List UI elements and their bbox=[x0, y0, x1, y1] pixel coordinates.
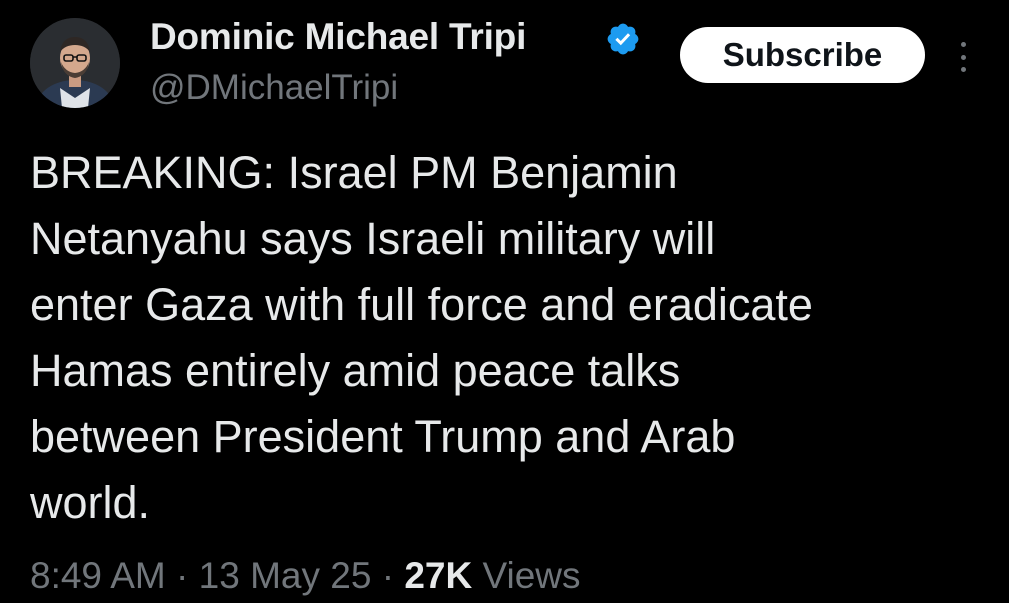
verified-badge-icon[interactable] bbox=[605, 21, 641, 57]
meta-separator: · bbox=[381, 555, 395, 596]
tweet-meta: 8:49 AM · 13 May 25 · 27K Views bbox=[30, 553, 581, 599]
tweet-text-line: Netanyahu says Israeli military will bbox=[30, 213, 716, 264]
tweet-card: Dominic Michael Tripi @DMichaelTripi Sub… bbox=[0, 0, 1009, 603]
views-count[interactable]: 27K bbox=[404, 555, 472, 596]
tweet-text-line: Hamas entirely amid peace talks bbox=[30, 345, 681, 396]
author-handle[interactable]: @DMichaelTripi bbox=[150, 66, 398, 110]
tweet-text-line: BREAKING: Israel PM Benjamin bbox=[30, 147, 678, 198]
views-label: Views bbox=[482, 555, 581, 596]
tweet-date[interactable]: 13 May 25 bbox=[199, 555, 372, 596]
tweet-time[interactable]: 8:49 AM bbox=[30, 555, 166, 596]
meta-separator: · bbox=[176, 555, 189, 596]
profile-photo-icon bbox=[30, 18, 120, 108]
avatar[interactable] bbox=[30, 18, 120, 108]
tweet-text: BREAKING: Israel PM Benjamin Netanyahu s… bbox=[30, 140, 980, 536]
tweet-text-line: world. bbox=[30, 477, 151, 528]
more-vertical-icon[interactable] bbox=[950, 38, 976, 76]
more-dot bbox=[960, 54, 966, 60]
subscribe-button[interactable]: Subscribe bbox=[680, 27, 925, 83]
tweet-text-line: between President Trump and Arab bbox=[30, 411, 736, 462]
author-name[interactable]: Dominic Michael Tripi bbox=[150, 14, 526, 60]
tweet-text-line: enter Gaza with full force and eradicate bbox=[30, 279, 813, 330]
more-dot bbox=[960, 67, 966, 72]
more-dot bbox=[960, 42, 966, 47]
